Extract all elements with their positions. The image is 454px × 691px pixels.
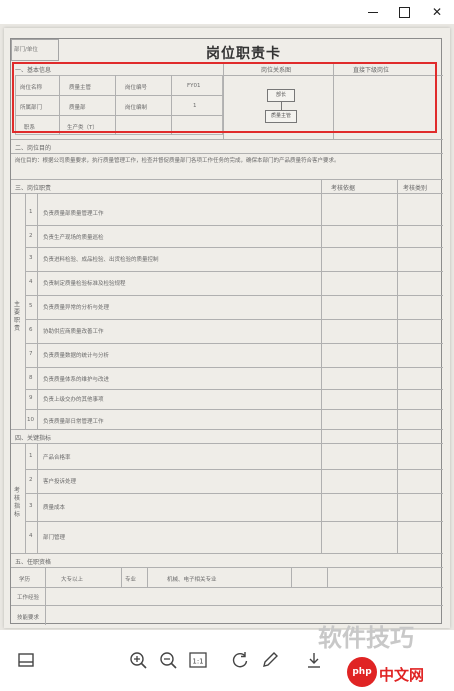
duty-text: 负责质量数据的统计与分析 <box>43 353 110 359</box>
duties-basis-header: 考核依据 <box>331 185 356 192</box>
edit-icon <box>263 652 278 667</box>
zoom-in-icon <box>130 652 147 669</box>
actual-size-icon: 1:1 <box>189 652 207 668</box>
download-button[interactable] <box>304 650 324 670</box>
kpi-number: 4 <box>29 533 33 539</box>
edit-button[interactable] <box>260 650 280 670</box>
experience-label: 工作经验 <box>17 595 40 601</box>
duties-side-label: 主要职责 <box>14 301 21 332</box>
duty-number: 2 <box>29 233 33 239</box>
image-viewport: 部门/单位 岗位职责卡 一、基本信息 岗位关系图 直接下级岗位 岗位名称 质量主… <box>0 24 454 630</box>
kpi-text: 客户投诉处理 <box>43 479 77 485</box>
watermark-logo: php <box>347 657 377 687</box>
section-qualify-header: 五、任职资格 <box>15 559 52 566</box>
duty-text: 负责质量部质量管理工作 <box>43 211 104 217</box>
education-value: 大专以上 <box>61 577 84 583</box>
kpi-number: 1 <box>29 453 33 459</box>
duty-number: 8 <box>29 375 33 381</box>
close-icon: ✕ <box>431 5 443 19</box>
close-button[interactable]: ✕ <box>428 4 446 20</box>
kpi-side-label: 考核指标 <box>14 487 21 518</box>
section-kpi-header: 四、关键指标 <box>15 435 52 442</box>
duty-text: 负责上级交办的其他事项 <box>43 397 104 403</box>
duty-text: 负责进料检验、成品检验、出货检验的质量控制 <box>43 257 159 263</box>
watermark-site: 中文网 <box>379 666 425 684</box>
kpi-number: 2 <box>29 477 33 483</box>
dept-label: 部门/单位 <box>14 47 38 53</box>
duties-type-header: 考核类别 <box>403 185 428 192</box>
duty-text: 负责质量体系的维护与改进 <box>43 377 110 383</box>
actual-size-button[interactable]: 1:1 <box>188 650 208 670</box>
duty-text: 负责质量部日常管理工作 <box>43 419 104 425</box>
zoom-in-button[interactable] <box>128 650 148 670</box>
sidebar-icon <box>18 653 34 667</box>
minimize-button[interactable] <box>364 4 382 20</box>
document-photo: 部门/单位 岗位职责卡 一、基本信息 岗位关系图 直接下级岗位 岗位名称 质量主… <box>4 28 450 628</box>
kpi-text: 部门管理 <box>43 535 66 541</box>
duty-number: 10 <box>27 417 34 423</box>
duty-text: 负责制定质量检验标准及检验规程 <box>43 281 126 287</box>
major-value: 机械、电子相关专业 <box>167 577 217 583</box>
skill-label: 技能要求 <box>17 615 40 621</box>
highlight-rectangle <box>12 62 437 133</box>
maximize-button[interactable] <box>395 4 413 20</box>
purpose-text: 岗位目的：根据公司质量要求，执行质量管理工作，检查并督促质量部门各项工作任务的完… <box>15 158 340 164</box>
title-bar: ✕ <box>0 0 454 24</box>
download-icon <box>308 653 320 668</box>
kpi-number: 3 <box>29 503 33 509</box>
document-title: 岗位职责卡 <box>206 46 281 62</box>
section-purpose-header: 二、岗位目的 <box>15 145 52 152</box>
sidebar-button[interactable] <box>16 650 36 670</box>
duty-number: 9 <box>29 395 33 401</box>
rotate-icon <box>232 652 248 668</box>
duty-number: 5 <box>29 303 33 309</box>
zoom-out-icon <box>160 652 177 669</box>
duty-text: 负责生产现场的质量巡检 <box>43 235 104 241</box>
kpi-text: 产品合格率 <box>43 455 71 461</box>
kpi-text: 质量成本 <box>43 505 66 511</box>
section-duties-header: 三、岗位职责 <box>15 185 52 192</box>
actual-size-label: 1:1 <box>192 658 203 666</box>
education-label: 学历 <box>19 577 31 583</box>
duty-number: 1 <box>29 209 33 215</box>
duty-number: 7 <box>29 351 33 357</box>
duty-number: 3 <box>29 255 33 261</box>
dept-cell: 部门/单位 <box>11 39 59 61</box>
duty-text: 负责质量异常的分析与处理 <box>43 305 110 311</box>
duty-number: 6 <box>29 327 33 333</box>
major-label: 专业 <box>125 577 137 583</box>
duty-text: 协助供应商质量改善工作 <box>43 329 104 335</box>
zoom-out-button[interactable] <box>158 650 178 670</box>
duty-number: 4 <box>29 279 33 285</box>
rotate-button[interactable] <box>230 650 250 670</box>
watermark-text: 软件技巧 <box>318 624 414 652</box>
